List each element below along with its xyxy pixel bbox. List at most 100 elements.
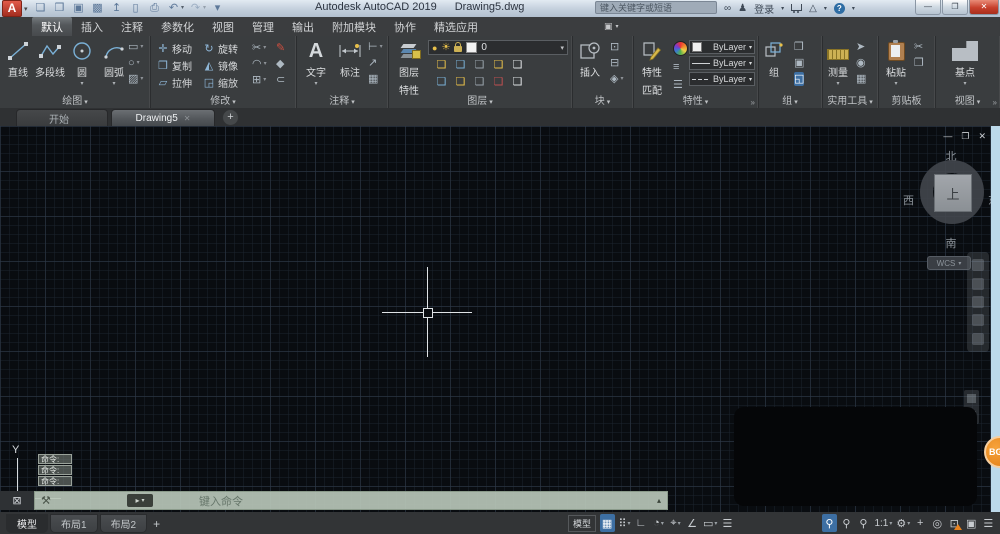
base-view-button[interactable]: 基点 ▾ bbox=[945, 39, 985, 87]
measure-button[interactable]: 测量 ▾ bbox=[824, 39, 852, 87]
apps-dropdown-icon[interactable]: ▾ bbox=[824, 5, 827, 12]
ribbon-tab[interactable]: 协作 bbox=[385, 17, 425, 37]
dialog-launcher-icon[interactable]: » bbox=[751, 98, 755, 107]
line-button[interactable]: 直线 bbox=[2, 39, 34, 81]
close-tab-icon[interactable]: ✕ bbox=[184, 114, 191, 123]
print-icon[interactable]: ⎙ bbox=[148, 2, 162, 15]
drawing-minimize-icon[interactable]: — bbox=[943, 131, 952, 142]
layer-tool-icon[interactable]: ❏ bbox=[451, 75, 470, 92]
multileader-icon[interactable]: ⊢ ▾ bbox=[368, 40, 383, 54]
autodesk-apps-icon[interactable]: △ bbox=[809, 3, 817, 14]
app-store-cart-icon[interactable] bbox=[791, 3, 803, 13]
utilities-panel-label[interactable]: 实用工具 ▾ bbox=[822, 92, 878, 107]
wrench-customize-icon[interactable]: ⚒ bbox=[41, 494, 51, 507]
sign-in-person-icon[interactable]: ♟ bbox=[738, 3, 747, 14]
command-input-placeholder[interactable]: 键入命令 bbox=[199, 493, 243, 509]
scale-button[interactable]: ◲ 缩放 bbox=[202, 74, 248, 91]
linetype-dropdown[interactable]: ByLayer ▾ bbox=[689, 72, 755, 86]
dialog-launcher-icon[interactable]: » bbox=[993, 98, 997, 107]
floating-badge-button[interactable]: BG bbox=[984, 436, 1000, 468]
write-block-icon[interactable]: ⊟ bbox=[610, 56, 623, 70]
layer-tool-icon[interactable]: ❏ bbox=[489, 58, 508, 75]
properties-panel-label[interactable]: 特性 ▾ bbox=[633, 92, 758, 107]
app-menu-button[interactable]: A ▾ bbox=[2, 0, 28, 17]
table-icon[interactable]: ▦ bbox=[368, 72, 383, 86]
search-icon[interactable]: ∞ bbox=[724, 3, 731, 14]
rectangle-icon[interactable]: ▭ ▾ bbox=[128, 40, 143, 54]
customize-icon[interactable]: ☰ bbox=[981, 514, 996, 532]
save-icon[interactable]: ▣ bbox=[72, 2, 86, 15]
group-edit-icon[interactable]: ▣ bbox=[794, 56, 804, 70]
open-file-icon[interactable]: ❒ bbox=[53, 2, 67, 15]
leader-icon[interactable]: ↗ bbox=[368, 56, 383, 70]
minimize-button[interactable]: — bbox=[915, 0, 941, 15]
viewcube-top-face[interactable]: 上 bbox=[934, 174, 972, 212]
quick-select-icon[interactable]: ➤ bbox=[856, 40, 866, 54]
file-tab[interactable]: 开始 bbox=[16, 109, 108, 126]
text-button[interactable]: A 文字 ▾ bbox=[300, 39, 332, 88]
orbit-icon[interactable] bbox=[972, 314, 984, 327]
layer-properties-button[interactable]: 图层 特性 bbox=[390, 39, 428, 99]
layer-tool-icon[interactable]: ❏ bbox=[508, 75, 527, 92]
layer-tool-icon[interactable]: ❏ bbox=[451, 58, 470, 75]
annotation-scale-person-icon[interactable]: ⚲ bbox=[856, 514, 871, 532]
help-icon[interactable]: ? bbox=[833, 2, 845, 14]
ungroup-icon[interactable]: ❒ bbox=[794, 40, 804, 54]
polar-tracking-icon[interactable]: ◔ ▾ bbox=[651, 514, 666, 532]
ribbon-display-toggle[interactable]: ▣ ▾ bbox=[604, 21, 619, 32]
layout-tab[interactable]: 模型 bbox=[6, 514, 48, 533]
pan-icon[interactable] bbox=[972, 277, 984, 290]
view-panel-label[interactable]: 视图 ▾ bbox=[935, 92, 1000, 107]
ribbon-tab[interactable]: 附加模块 bbox=[323, 17, 385, 37]
maximize-button[interactable]: ❐ bbox=[942, 0, 968, 15]
isolate-objects-icon[interactable]: ◎ bbox=[930, 514, 945, 532]
drawing-canvas[interactable]: — ❐ ✕ 北 西 上 东 南 WCS ▾ BG Y 命令: bbox=[0, 126, 1000, 512]
nav-extra-icon[interactable] bbox=[967, 394, 976, 403]
layer-select-dropdown[interactable]: ● ☀ 0 ▾ bbox=[428, 40, 568, 55]
command-bar-handle-icon[interactable]: ▴ bbox=[657, 496, 661, 505]
command-input-area[interactable]: ⚒ ▸ ▾ 键入命令 ▴ bbox=[34, 491, 668, 510]
clean-screen-icon[interactable]: ▣ bbox=[964, 514, 979, 532]
search-input[interactable] bbox=[595, 1, 717, 14]
erase-icon[interactable]: ✎ bbox=[276, 41, 285, 55]
rotate-button[interactable]: ↻ 旋转 bbox=[202, 40, 248, 57]
polyline-button[interactable]: 多段线 bbox=[34, 39, 66, 81]
file-tab[interactable]: Drawing5 ✕ bbox=[111, 109, 215, 126]
recent-commands-button[interactable]: ▸ ▾ bbox=[127, 494, 153, 507]
viewcube-west[interactable]: 西 bbox=[903, 192, 914, 208]
redo-icon[interactable]: ↷ ▾ bbox=[189, 2, 206, 15]
isodraft-icon[interactable]: ∠ bbox=[685, 514, 700, 532]
copy-button[interactable]: ❐ 复制 bbox=[156, 57, 202, 74]
insert-block-button[interactable]: 插入 bbox=[574, 39, 606, 81]
ortho-mode-icon[interactable]: ∟ bbox=[634, 514, 649, 532]
layer-tool-icon[interactable]: ❏ bbox=[508, 58, 527, 75]
new-drawing-tab-button[interactable]: + bbox=[222, 109, 239, 126]
join-icon[interactable]: ⊂ bbox=[276, 73, 285, 87]
arc-button[interactable]: 圆弧 ▾ bbox=[98, 39, 130, 87]
ribbon-tab[interactable]: 管理 bbox=[243, 17, 283, 37]
model-space-button[interactable]: 模型 bbox=[568, 514, 597, 532]
create-block-icon[interactable]: ⊡ bbox=[610, 40, 623, 54]
graphics-performance-icon[interactable]: ⊡ bbox=[947, 514, 963, 532]
lineweight-icon[interactable]: ☰ bbox=[720, 514, 735, 532]
upload-icon[interactable]: ↥ bbox=[110, 2, 124, 15]
annotation-autoscale-icon[interactable]: ⚲ bbox=[839, 514, 854, 532]
command-dock-icon[interactable]: ⊠ bbox=[0, 491, 34, 510]
navigation-bar[interactable] bbox=[967, 252, 989, 352]
group-select-icon[interactable]: ◱ bbox=[794, 72, 805, 86]
move-ui-icon[interactable]: + bbox=[913, 514, 928, 532]
lineweight-list-icon[interactable]: ≡ bbox=[673, 60, 688, 74]
fillet-icon[interactable]: ◠ ▾ bbox=[252, 57, 267, 71]
lineweight-dropdown[interactable]: ByLayer ▾ bbox=[689, 56, 755, 70]
qat-customize-icon[interactable]: ▾ bbox=[211, 2, 225, 15]
stretch-button[interactable]: ▱ 拉伸 bbox=[156, 74, 202, 91]
group-button[interactable]: 组 bbox=[760, 39, 788, 81]
object-snap-icon[interactable]: ⌖ ▾ bbox=[668, 514, 683, 532]
block-panel-label[interactable]: 块 ▾ bbox=[572, 92, 633, 107]
cut-icon[interactable]: ✂ bbox=[914, 40, 924, 54]
ribbon-tab[interactable]: 输出 bbox=[283, 17, 323, 37]
wcs-dropdown[interactable]: WCS ▾ bbox=[927, 256, 971, 270]
undo-icon[interactable]: ↶ ▾ bbox=[167, 2, 184, 15]
layer-tool-icon[interactable]: ❏ bbox=[470, 75, 489, 92]
group-panel-label[interactable]: 组 ▾ bbox=[758, 92, 822, 107]
